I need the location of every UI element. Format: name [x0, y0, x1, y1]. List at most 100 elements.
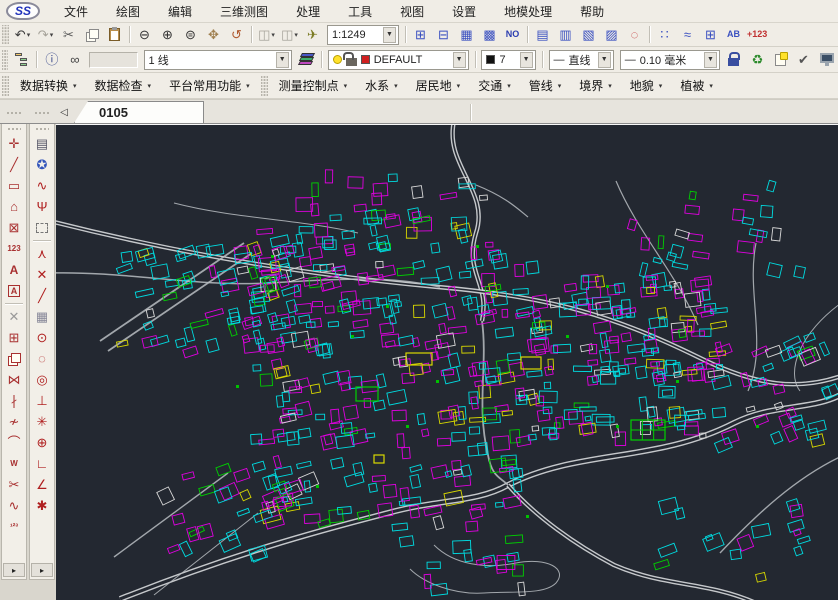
regen-icon[interactable]: ♻ [747, 49, 768, 70]
plus-node-icon[interactable]: ⊕ [31, 432, 53, 453]
lineweight-combo-dropdown[interactable]: ▼ [704, 52, 717, 68]
zoom-in-icon[interactable]: ⊕ [157, 24, 178, 45]
viewport-2-icon[interactable]: ⊟ [433, 24, 454, 45]
perpendicular-icon[interactable]: ⊥ [31, 390, 53, 411]
circle-node-icon[interactable]: ◌ [31, 348, 53, 369]
draw-point-icon[interactable]: ✛ [3, 133, 25, 154]
polyline-node-icon[interactable]: ⋏ [31, 243, 53, 264]
clip-icon[interactable]: ✂ [3, 474, 25, 495]
axis-angle-icon[interactable]: ∠ [31, 474, 53, 495]
squiggle-line-icon[interactable]: ∿ [31, 175, 53, 196]
linetype-combo[interactable]: —直线▼ [549, 50, 614, 70]
dimension-icon[interactable]: 123 [3, 238, 25, 259]
linetype-display-icon[interactable]: ≈ [677, 24, 698, 45]
window-select-icon[interactable] [31, 217, 53, 238]
scale-combo[interactable]: 1:1249▼ [327, 25, 399, 45]
menu-button-1-7[interactable]: 植被▾ [672, 76, 721, 96]
pan-hand-icon[interactable]: ✥ [203, 24, 224, 45]
menu-item-5[interactable]: 工具 [334, 1, 386, 22]
menu-item-2[interactable]: 编辑 [154, 1, 206, 22]
arc-bridge-icon[interactable]: ⌒ [3, 432, 25, 453]
coord-list-icon[interactable]: ¹²³ [3, 516, 25, 537]
copy-object-icon[interactable] [3, 348, 25, 369]
paste-icon[interactable] [104, 24, 125, 45]
cut-icon[interactable]: ✂ [58, 24, 79, 45]
layer-combo-dropdown[interactable]: ▼ [453, 52, 466, 68]
pipe-bend-icon[interactable]: ∿ [3, 495, 25, 516]
text-icon[interactable]: A [3, 259, 25, 280]
redo-icon-dropdown[interactable]: ▾ [50, 31, 54, 39]
linetype-combo-dropdown[interactable]: ▼ [598, 52, 611, 68]
lock-icon[interactable] [724, 49, 745, 70]
mirror-icon[interactable]: ⋈ [3, 369, 25, 390]
named-view-icon-dropdown[interactable]: ▾ [271, 31, 275, 39]
valley-line-icon[interactable]: W [3, 453, 25, 474]
draw-rect-icon[interactable]: ▭ [3, 175, 25, 196]
plan-view-icon-dropdown[interactable]: ▾ [294, 31, 298, 39]
display-order-icon[interactable] [816, 49, 837, 70]
erase-icon[interactable]: ✕ [3, 306, 25, 327]
zoom-window-icon[interactable]: ⊜ [180, 24, 201, 45]
map-edit-icon[interactable]: ▧ [578, 24, 599, 45]
menu-button-0-1[interactable]: 数据检查▾ [87, 76, 160, 96]
entity-combo[interactable]: 1 线▼ [144, 50, 292, 70]
menu-button-1-0[interactable]: 测量控制点▾ [271, 76, 356, 96]
segment-icon[interactable]: ╱ [31, 285, 53, 306]
menu-button-1-5[interactable]: 境界▾ [571, 76, 620, 96]
menu-item-1[interactable]: 绘图 [102, 1, 154, 22]
star-point-icon[interactable]: ✳ [31, 411, 53, 432]
menu-button-1-3[interactable]: 交通▾ [470, 76, 519, 96]
menu-button-1-6[interactable]: 地貌▾ [622, 76, 671, 96]
menu-item-3[interactable]: 三维测图 [206, 1, 282, 22]
symbol-library-icon[interactable]: ✪ [31, 154, 53, 175]
info-icon[interactable]: ⓘ [41, 49, 62, 70]
tab-scroll-left-button[interactable]: ◁ [56, 103, 72, 121]
lineweight-combo[interactable]: —0.10 毫米▼ [620, 50, 720, 70]
menu-button-1-4[interactable]: 管线▾ [521, 76, 570, 96]
layers-icon[interactable] [296, 49, 317, 70]
menu-item-7[interactable]: 设置 [438, 1, 490, 22]
break-icon[interactable]: ∤ [3, 390, 25, 411]
join-icon[interactable]: ⊞ [3, 327, 25, 348]
layer-combo-unlock-icon[interactable] [346, 58, 357, 66]
code-display-icon[interactable]: +123 [746, 24, 768, 45]
viewport-1-icon[interactable]: ⊞ [410, 24, 431, 45]
menu-item-8[interactable]: 地模处理 [490, 1, 566, 22]
menu-item-9[interactable]: 帮助 [566, 1, 618, 22]
redo-icon[interactable]: ↷▾ [35, 24, 56, 45]
drawing-canvas-area[interactable] [56, 124, 838, 600]
text-style-icon[interactable]: A [3, 280, 25, 301]
viewport-grid-icon[interactable]: ▩ [479, 24, 500, 45]
draw-polygon-icon[interactable]: ⌂ [3, 196, 25, 217]
map-frame-icon[interactable]: ▤ [532, 24, 553, 45]
no-draw-icon[interactable]: NO [502, 24, 523, 45]
grid-icon[interactable]: ▦ [31, 306, 53, 327]
layer-combo-bulb-icon[interactable] [333, 55, 342, 64]
menu-button-1-1[interactable]: 水系▾ [357, 76, 406, 96]
named-view-icon[interactable]: ◫▾ [256, 24, 277, 45]
menu-button-1-2[interactable]: 居民地▾ [408, 76, 469, 96]
circle-center-icon[interactable]: ⊙ [31, 327, 53, 348]
text-display-icon[interactable]: AB [723, 24, 744, 45]
extend-icon[interactable]: ≁ [3, 411, 25, 432]
menu-button-0-0[interactable]: 数据转换▾ [12, 76, 85, 96]
zoom-out-icon[interactable]: ⊖ [134, 24, 155, 45]
menu-button-0-2[interactable]: 平台常用功能▾ [161, 76, 258, 96]
entity-combo-dropdown[interactable]: ▼ [276, 52, 289, 68]
notebook-icon[interactable]: ▤ [31, 133, 53, 154]
undo-icon-dropdown[interactable]: ▾ [27, 31, 31, 39]
gear-flower-icon[interactable]: ✱ [31, 495, 53, 516]
menu-item-4[interactable]: 处理 [282, 1, 334, 22]
spectacles-icon[interactable]: ∞ [64, 49, 85, 70]
map-target-icon[interactable]: ▥ [555, 24, 576, 45]
node-cross-icon[interactable]: ✕ [31, 264, 53, 285]
grid-select-icon[interactable]: ⊠ [3, 217, 25, 238]
lasso-icon[interactable]: ◎ [31, 369, 53, 390]
map-check-icon[interactable]: ▨ [601, 24, 622, 45]
color-combo[interactable]: 7▼ [481, 50, 535, 70]
fly-view-icon[interactable]: ✈ [302, 24, 323, 45]
axis-corner-icon[interactable]: ∟ [31, 453, 53, 474]
menu-item-6[interactable]: 视图 [386, 1, 438, 22]
viewport-3-icon[interactable]: ▦ [456, 24, 477, 45]
orbit-icon[interactable]: ↺ [226, 24, 247, 45]
